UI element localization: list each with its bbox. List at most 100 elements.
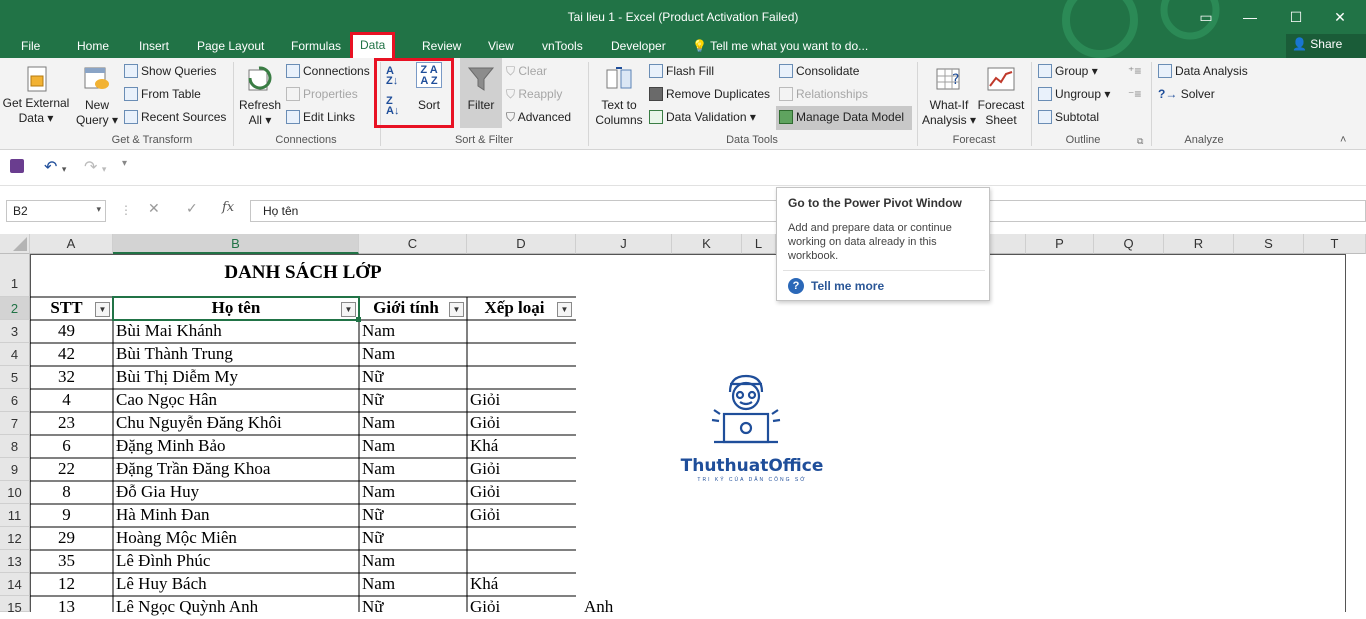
maximize-button[interactable]: ☐ [1276,4,1316,30]
worksheet-grid[interactable]: A B C D J K L P Q R S T 1 2 3 4 5 6 7 8 … [0,234,1366,616]
column-header-q[interactable]: Q [1094,234,1164,254]
name-box-dropdown-icon[interactable]: ▾ [96,204,101,215]
cell-gioi-tinh[interactable]: Nam [359,436,467,458]
cell-ho-ten[interactable]: Hà Minh Đan [113,505,359,527]
cell-ho-ten[interactable]: Bùi Mai Khánh [113,321,359,343]
tab-review[interactable]: Review [422,38,461,58]
solver-button[interactable]: ?→ Solver [1158,87,1215,101]
cell-xep-loai[interactable]: Khá [467,436,576,458]
properties-button[interactable]: Properties [286,87,358,101]
cell-gioi-tinh[interactable]: Nam [359,413,467,435]
cell-stt[interactable]: 4 [30,390,113,412]
customize-qat-icon[interactable]: ▾ [122,158,127,169]
filter-dropdown-icon[interactable]: ▼ [449,302,464,317]
forecast-sheet-button[interactable]: Forecast Sheet [976,98,1026,128]
cell-gioi-tinh[interactable]: Nữ [359,505,467,527]
sort-z-to-a-button[interactable]: Z A↓ [386,96,399,117]
cell-ho-ten[interactable]: Lê Đình Phúc [113,551,359,573]
data-analysis-button[interactable]: Data Analysis [1158,64,1248,78]
flash-fill-button[interactable]: Flash Fill [649,64,714,78]
new-query-button[interactable]: New Query ▾ [74,98,120,128]
refresh-all-button[interactable]: Refresh All ▾ [238,98,282,128]
column-header-s[interactable]: S [1234,234,1304,254]
cell-stt[interactable]: 29 [30,528,113,550]
cell-ho-ten[interactable]: Bùi Thành Trung [113,344,359,366]
cell-xep-loai[interactable]: Giỏi [467,413,576,435]
tab-developer[interactable]: Developer [611,38,666,58]
cell-ho-ten[interactable]: Bùi Thị Diễm My [113,367,359,389]
advanced-button[interactable]: ⛉ Advanced [506,110,571,125]
collapse-ribbon-icon[interactable]: ˄ [1340,134,1346,146]
share-button[interactable]: 👤 Share [1286,34,1366,58]
column-header-j[interactable]: J [576,234,672,254]
ribbon-options-icon[interactable]: ▭ [1186,4,1226,30]
cell-gioi-tinh[interactable]: Nữ [359,597,467,619]
consolidate-button[interactable]: Consolidate [779,64,859,78]
cell-xep-loai[interactable] [467,321,576,343]
close-button[interactable]: ✕ [1320,4,1360,30]
cell-gioi-tinh[interactable]: Nam [359,344,467,366]
text-to-columns-button[interactable]: Text to Columns [592,98,646,128]
tab-view[interactable]: View [488,38,514,58]
minimize-button[interactable]: — [1230,4,1270,30]
cell-stt[interactable]: 13 [30,597,113,619]
cell-gioi-tinh[interactable]: Nữ [359,367,467,389]
cell-gioi-tinh[interactable]: Nam [359,459,467,481]
cell-stt[interactable]: 6 [30,436,113,458]
cell-gioi-tinh[interactable]: Nam [359,574,467,596]
tab-data[interactable]: Data [350,32,396,58]
confirm-entry-icon[interactable]: ✓ [186,200,198,217]
tell-me-box[interactable]: 💡 Tell me what you want to do... [692,38,868,58]
show-queries-button[interactable]: Show Queries [124,64,216,78]
show-detail-icon[interactable]: ⁺≡ [1128,64,1141,78]
cell-ho-ten[interactable]: Đỗ Gia Huy [113,482,359,504]
tab-insert[interactable]: Insert [139,38,169,58]
cell-xep-loai[interactable] [467,344,576,366]
filter-dropdown-icon[interactable]: ▼ [557,302,572,317]
cell-gioi-tinh[interactable]: Nam [359,321,467,343]
sort-button[interactable]: Sort [418,98,440,112]
get-external-data-button[interactable]: Get External Data ▾ [2,96,70,126]
cell-stt[interactable]: 42 [30,344,113,366]
cell-stt[interactable]: 9 [30,505,113,527]
column-header-r[interactable]: R [1164,234,1234,254]
undo-icon[interactable]: ↶ ▾ [44,157,66,177]
manage-data-model-button[interactable]: Manage Data Model [776,106,912,130]
cell-ho-ten[interactable]: Cao Ngọc Hân [113,390,359,412]
cell-gioi-tinh[interactable]: Nữ [359,528,467,550]
column-header-k[interactable]: K [672,234,742,254]
subtotal-button[interactable]: Subtotal [1038,110,1099,124]
column-header-t[interactable]: T [1304,234,1366,254]
cell-xep-loai[interactable]: Giỏi [467,459,576,481]
tell-me-more-link[interactable]: Tell me more [811,279,884,293]
cell-stt[interactable]: 8 [30,482,113,504]
recent-sources-button[interactable]: Recent Sources [124,110,226,124]
tab-page-layout[interactable]: Page Layout [197,38,264,58]
cell-ho-ten[interactable]: Hoàng Mộc Miên [113,528,359,550]
cell-xep-loai[interactable] [467,367,576,389]
cell-gioi-tinh[interactable]: Nam [359,482,467,504]
cancel-entry-icon[interactable]: ✕ [148,200,160,217]
column-header-l[interactable]: L [742,234,776,254]
edit-links-button[interactable]: Edit Links [286,110,355,124]
from-table-button[interactable]: From Table [124,87,201,101]
tab-vntools[interactable]: vnTools [542,38,583,58]
column-header-p[interactable]: P [1026,234,1094,254]
cell-xep-loai[interactable]: Giỏi [467,482,576,504]
name-box[interactable]: B2 ▾ [6,200,106,222]
filter-dropdown-icon[interactable]: ▼ [341,302,356,317]
cell-gioi-tinh[interactable]: Nữ [359,390,467,412]
filter-button[interactable]: Filter [460,58,502,128]
ungroup-button[interactable]: Ungroup ▾ [1038,87,1110,101]
cell-xep-loai[interactable] [467,528,576,550]
cell-xep-loai[interactable]: Khá [467,574,576,596]
cell-stt[interactable]: 32 [30,367,113,389]
cell-xep-loai[interactable]: Giỏi [467,597,576,619]
remove-duplicates-button[interactable]: Remove Duplicates [649,87,770,101]
group-button[interactable]: Group ▾ [1038,64,1098,78]
redo-icon[interactable]: ↷ ▾ [84,157,106,177]
cell-gioi-tinh[interactable]: Nam [359,551,467,573]
cell-ho-ten[interactable]: Đặng Minh Bảo [113,436,359,458]
cell-stt[interactable]: 23 [30,413,113,435]
cell-ho-ten[interactable]: Lê Ngọc Quỳnh Anh [113,597,359,619]
